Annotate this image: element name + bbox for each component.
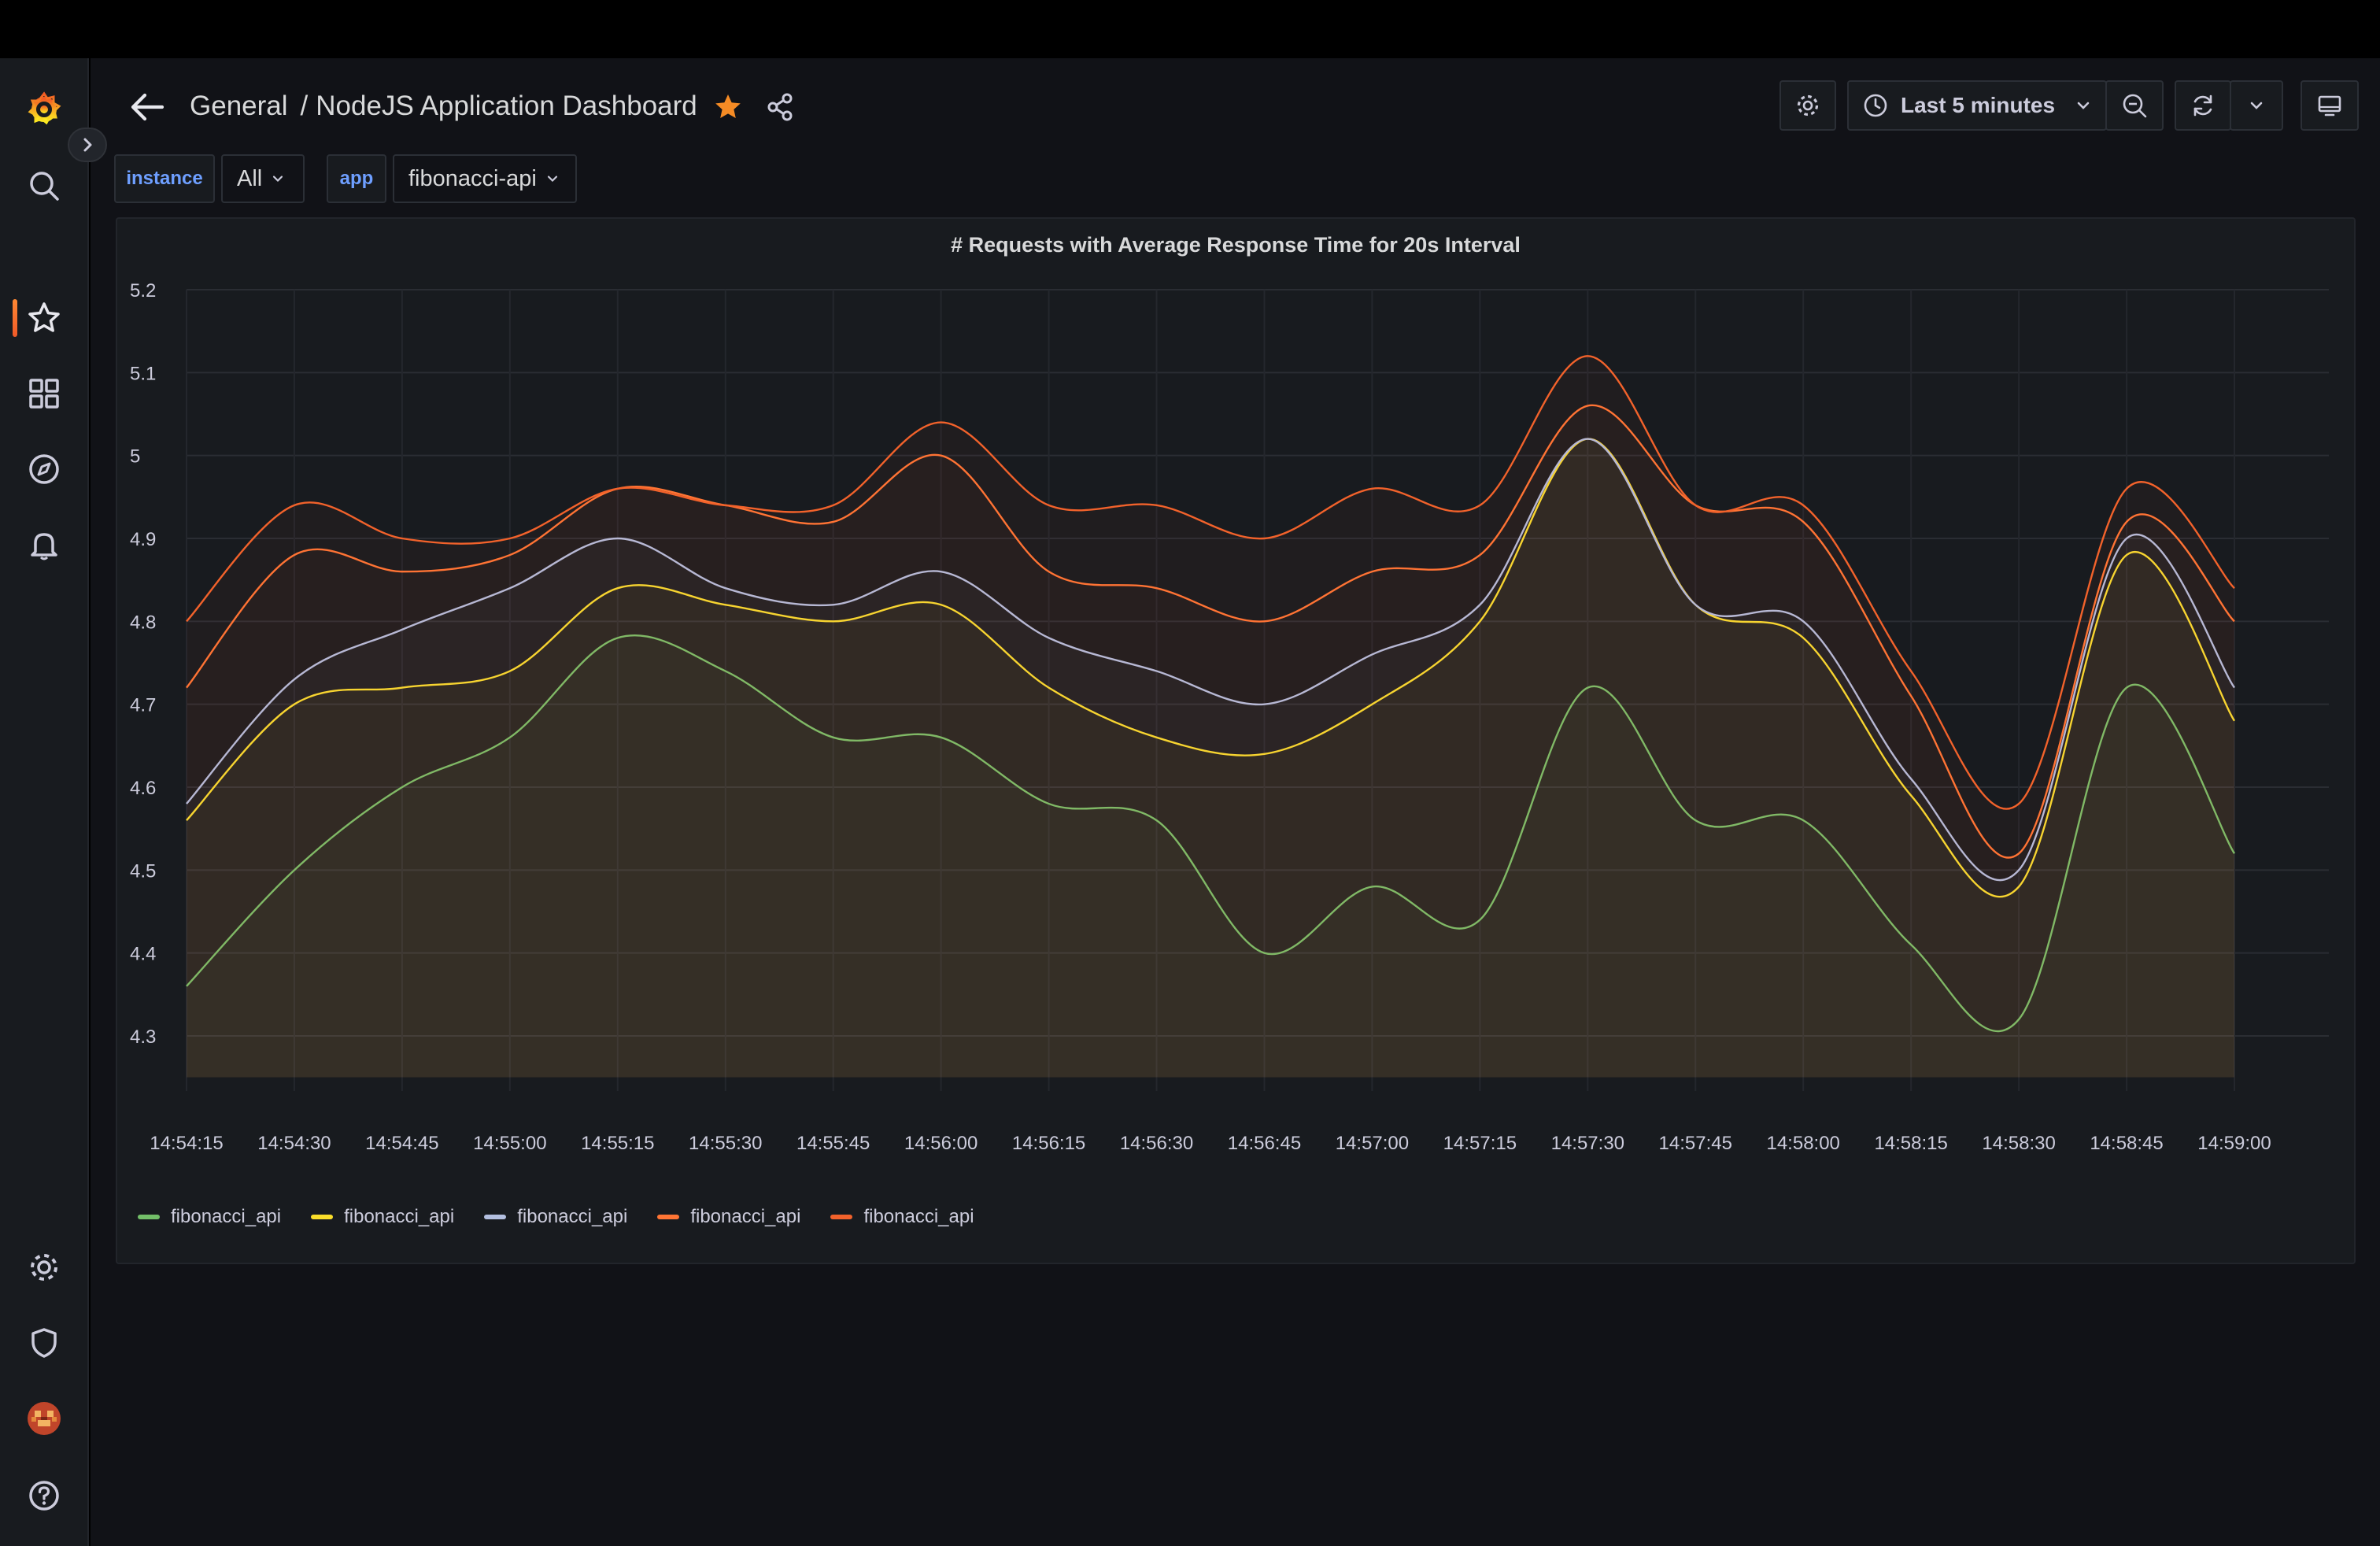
chevron-down-icon: [273, 176, 283, 183]
breadcrumb: General / NodeJS Application Dashboard: [190, 87, 697, 126]
star-icon[interactable]: [20, 294, 68, 342]
line-chart[interactable]: 5.2 5.1 5 4.9 4.8 4.7 4.6 4.5 4.4 4.3 14:54:15 14:5…: [117, 219, 2357, 1195]
x-tick-label: 14:57:30: [1551, 1133, 1624, 1154]
chevron-down-icon: [2077, 102, 2090, 109]
user-avatar[interactable]: [20, 1395, 68, 1442]
legend-label: fibonacci_api: [171, 1206, 282, 1227]
zoom-out-button[interactable]: [2105, 80, 2164, 131]
legend-swatch: [138, 1215, 160, 1219]
server-admin-icon[interactable]: [20, 1319, 68, 1367]
gear-icon: [1797, 94, 1819, 117]
chevron-down-icon: [547, 176, 557, 183]
y-tick-label: 4.8: [130, 612, 156, 633]
variable-select-instance[interactable]: All: [221, 154, 305, 203]
x-tick-label: 14:54:45: [365, 1133, 438, 1154]
breadcrumb-folder[interactable]: General: [190, 91, 288, 122]
variable-label-instance: instance: [114, 154, 215, 203]
x-tick-label: 14:58:45: [2090, 1133, 2163, 1154]
x-tick-label: 14:56:45: [1228, 1133, 1301, 1154]
x-tick-label: 14:55:15: [581, 1133, 654, 1154]
time-range-picker[interactable]: Last 5 minutes: [1847, 80, 2107, 131]
graph-panel: # Requests with Average Response Time fo…: [116, 217, 2356, 1264]
share-dashboard-button[interactable]: [763, 90, 797, 124]
chevron-down-icon: [2250, 102, 2263, 109]
x-tick-label: 14:56:00: [904, 1133, 978, 1154]
clock-icon: [1864, 94, 1887, 117]
y-tick-label: 4.5: [130, 860, 156, 882]
y-tick-label: 5.1: [130, 363, 156, 384]
share-icon: [767, 93, 793, 121]
expand-sidebar-button[interactable]: [68, 128, 107, 162]
legend-swatch: [484, 1215, 507, 1219]
legend-swatch: [830, 1215, 853, 1219]
y-tick-label: 4.9: [130, 529, 156, 550]
x-tick-label: 14:55:00: [473, 1133, 546, 1154]
legend-label: fibonacci_api: [517, 1206, 628, 1227]
star-filled-icon: [715, 94, 741, 118]
back-button[interactable]: [125, 85, 169, 129]
legend-label: fibonacci_api: [344, 1206, 455, 1227]
x-tick-label: 14:57:00: [1336, 1133, 1409, 1154]
zoom-out-icon: [2123, 94, 2147, 118]
y-tick-label: 5: [130, 446, 140, 468]
sidebar: [0, 58, 89, 1546]
series-area: [187, 356, 2234, 1077]
x-tick-label: 14:58:00: [1766, 1133, 1839, 1154]
chart-legend: fibonacci_api fibonacci_api fibonacci_api f…: [138, 1201, 1004, 1233]
variable-select-app[interactable]: fibonacci-api: [393, 154, 577, 203]
configuration-icon[interactable]: [20, 1244, 68, 1291]
dashboard-header: General / NodeJS Application Dashboard L…: [91, 58, 2380, 151]
grafana-logo-icon[interactable]: [20, 85, 68, 132]
x-tick-label: 14:56:15: [1012, 1133, 1085, 1154]
y-tick-label: 5.2: [130, 280, 156, 301]
x-tick-label: 14:54:30: [257, 1133, 331, 1154]
x-tick-label: 14:55:30: [689, 1133, 762, 1154]
legend-item[interactable]: fibonacci_api: [311, 1206, 454, 1228]
y-tick-label: 4.7: [130, 695, 156, 716]
monitor-icon: [2318, 95, 2341, 117]
x-tick-label: 14:55:45: [796, 1133, 870, 1154]
help-icon[interactable]: [20, 1472, 68, 1519]
dashboards-icon[interactable]: [20, 370, 68, 417]
legend-item[interactable]: fibonacci_api: [657, 1206, 800, 1228]
search-icon[interactable]: [20, 162, 68, 209]
arrow-left-icon: [131, 93, 164, 121]
x-tick-label: 14:57:15: [1443, 1133, 1517, 1154]
mark-favorite-button[interactable]: [711, 90, 745, 124]
x-tick-label: 14:58:15: [1874, 1133, 1947, 1154]
legend-label: fibonacci_api: [690, 1206, 801, 1227]
dashboard-settings-button[interactable]: [1779, 80, 1836, 131]
y-tick-label: 4.3: [130, 1026, 156, 1048]
explore-icon[interactable]: [20, 446, 68, 493]
breadcrumb-separator: /: [300, 91, 309, 121]
y-tick-label: 4.6: [130, 778, 156, 799]
main-area: General / NodeJS Application Dashboard L…: [91, 58, 2380, 1546]
view-mode-button[interactable]: [2301, 80, 2359, 131]
variable-label-app: app: [327, 154, 386, 203]
alerting-icon[interactable]: [20, 521, 68, 568]
variable-value-instance: All: [237, 165, 263, 191]
x-tick-label: 14:54:15: [150, 1133, 223, 1154]
legend-item[interactable]: fibonacci_api: [830, 1206, 974, 1228]
chevron-right-icon: [83, 138, 92, 152]
legend-label: fibonacci_api: [863, 1206, 974, 1227]
legend-swatch: [657, 1215, 680, 1219]
refresh-dashboard-button[interactable]: [2175, 80, 2231, 131]
active-indicator: [13, 299, 17, 337]
legend-item[interactable]: fibonacci_api: [138, 1206, 281, 1228]
time-range-label: Last 5 minutes: [1901, 93, 2056, 117]
refresh-interval-picker[interactable]: [2230, 80, 2283, 131]
legend-swatch: [311, 1215, 334, 1219]
legend-item[interactable]: fibonacci_api: [484, 1206, 627, 1228]
dashboard-title[interactable]: NodeJS Application Dashboard: [316, 91, 697, 122]
x-tick-label: 14:58:30: [1982, 1133, 2055, 1154]
y-tick-label: 4.4: [130, 944, 156, 965]
x-tick-label: 14:57:45: [1659, 1133, 1732, 1154]
x-tick-label: 14:56:30: [1120, 1133, 1193, 1154]
variable-value-app: fibonacci-api: [408, 165, 537, 191]
x-tick-label: 14:59:00: [2197, 1133, 2271, 1154]
window-top-bar: [0, 0, 2380, 58]
refresh-icon: [2193, 94, 2212, 117]
